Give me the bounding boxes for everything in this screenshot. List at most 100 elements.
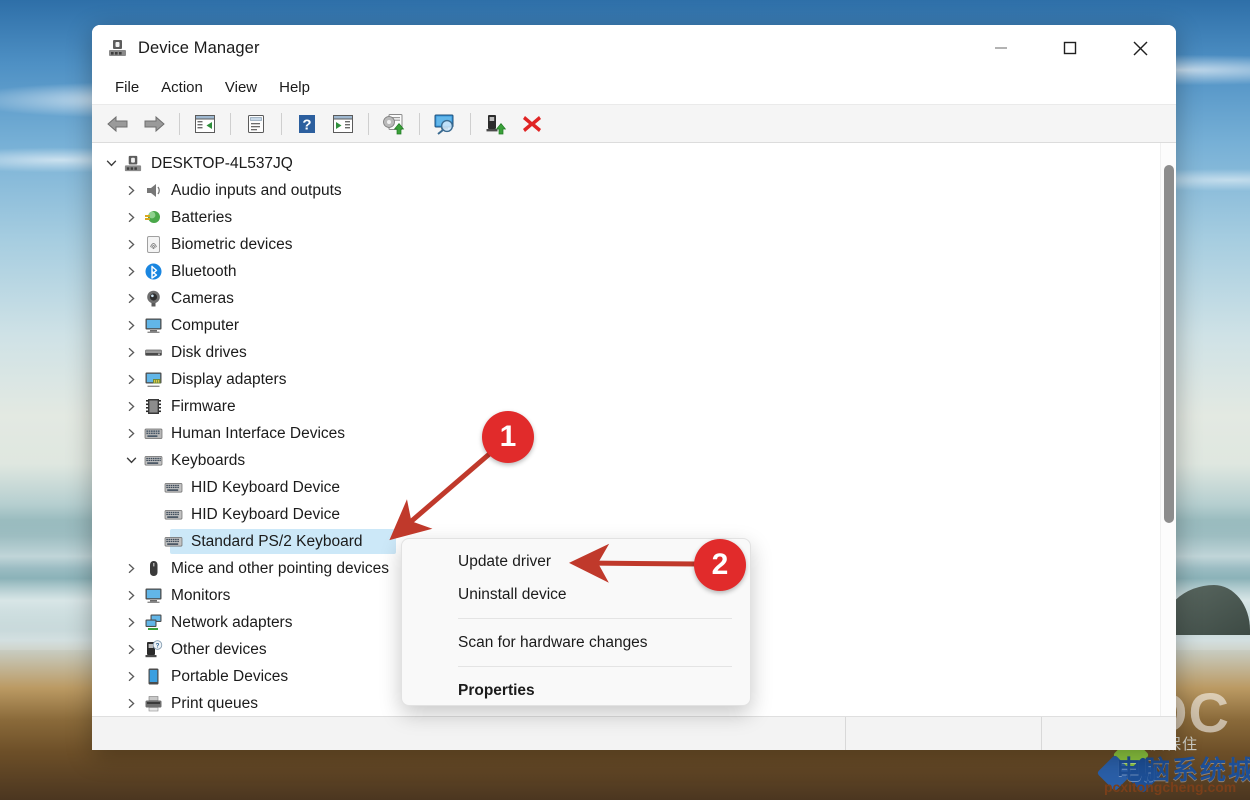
chevron-right-icon[interactable] <box>120 177 142 204</box>
keyboard-icon <box>162 505 184 525</box>
close-icon[interactable] <box>1117 25 1164 71</box>
enable-device-icon[interactable] <box>478 108 514 140</box>
window-controls <box>977 25 1176 71</box>
chevron-right-icon[interactable] <box>120 690 142 716</box>
battery-icon <box>142 208 164 228</box>
tree-item-keyboards[interactable]: Keyboards <box>92 447 1160 474</box>
computer-device-icon <box>122 154 144 174</box>
keyboard-icon <box>162 478 184 498</box>
red-x-icon[interactable] <box>514 108 550 140</box>
menu-file[interactable]: File <box>104 76 150 99</box>
tree-item-hid-keyboard-device[interactable]: HID Keyboard Device <box>92 501 1160 528</box>
toolbar-separator <box>230 112 231 135</box>
speaker-icon <box>142 181 164 201</box>
chevron-right-icon[interactable] <box>120 420 142 447</box>
menu-bar: File Action View Help <box>92 71 1176 105</box>
chevron-down-icon[interactable] <box>100 150 122 177</box>
monitor-icon <box>142 316 164 336</box>
tree-item-label: Batteries <box>171 208 233 226</box>
action-pane-icon[interactable] <box>325 108 361 140</box>
tree-item-label: Bluetooth <box>171 262 237 280</box>
bluetooth-icon <box>142 262 164 282</box>
maximize-icon[interactable] <box>1046 25 1093 71</box>
title-bar: Device Manager <box>92 25 1176 71</box>
tree-item-computer[interactable]: Computer <box>92 312 1160 339</box>
keyboard-icon <box>142 451 164 471</box>
tree-item-label: Network adapters <box>171 613 293 631</box>
tree-item-label: HID Keyboard Device <box>191 478 341 496</box>
chevron-right-icon[interactable] <box>120 366 142 393</box>
tree-item-bluetooth[interactable]: Bluetooth <box>92 258 1160 285</box>
context-menu-separator <box>458 666 732 667</box>
callout-badge-1: 1 <box>482 411 534 463</box>
scan-monitor-icon[interactable] <box>427 108 463 140</box>
context-menu-item-properties[interactable]: Properties <box>402 674 750 707</box>
context-menu-separator <box>458 618 732 619</box>
keyboard-icon <box>162 532 184 552</box>
question-mark-icon[interactable]: ? <box>289 108 325 140</box>
watermark-url: pcxitongcheng.com <box>1104 779 1237 795</box>
tree-root-label: DESKTOP-4L537JQ <box>151 154 293 172</box>
console-tree-icon[interactable] <box>187 108 223 140</box>
printer-icon <box>142 694 164 714</box>
window-title: Device Manager <box>138 38 260 57</box>
chevron-down-icon[interactable] <box>120 447 142 474</box>
chevron-right-icon[interactable] <box>120 609 142 636</box>
tree-item-biometric-devices[interactable]: Biometric devices <box>92 231 1160 258</box>
tree-item-hid-keyboard-device[interactable]: HID Keyboard Device <box>92 474 1160 501</box>
firmware-chip-icon <box>142 397 164 417</box>
menu-action[interactable]: Action <box>150 76 214 99</box>
tree-item-firmware[interactable]: Firmware <box>92 393 1160 420</box>
toolbar-separator <box>470 112 471 135</box>
properties-document-icon[interactable] <box>238 108 274 140</box>
chevron-right-icon[interactable] <box>120 636 142 663</box>
tree-item-label: HID Keyboard Device <box>191 505 341 523</box>
context-menu-item-scan-for-hardware-changes[interactable]: Scan for hardware changes <box>402 626 750 659</box>
arrow-right-icon[interactable] <box>136 108 172 140</box>
menu-help[interactable]: Help <box>268 76 321 99</box>
scrollbar-thumb[interactable] <box>1164 165 1174 523</box>
disk-drive-icon <box>142 343 164 363</box>
chevron-right-icon[interactable] <box>120 663 142 690</box>
tree-item-display-adapters[interactable]: Display adapters <box>92 366 1160 393</box>
status-segment-3 <box>1042 717 1176 751</box>
chevron-right-icon[interactable] <box>120 339 142 366</box>
tree-item-label: Biometric devices <box>171 235 293 253</box>
status-bar <box>92 716 1176 750</box>
tree-item-label: Portable Devices <box>171 667 289 685</box>
tree-item-label: Audio inputs and outputs <box>171 181 342 199</box>
tree-item-label: Firmware <box>171 397 236 415</box>
chevron-right-icon[interactable] <box>120 555 142 582</box>
status-segment-2 <box>846 716 1042 750</box>
hid-keyboard-icon <box>142 424 164 444</box>
context-menu-item-uninstall-device[interactable]: Uninstall device <box>402 578 750 611</box>
arrow-left-icon[interactable] <box>100 108 136 140</box>
tree-item-batteries[interactable]: Batteries <box>92 204 1160 231</box>
svg-text:?: ? <box>155 643 159 650</box>
tree-item-cameras[interactable]: Cameras <box>92 285 1160 312</box>
menu-view[interactable]: View <box>214 76 268 99</box>
toolbar-separator <box>368 112 369 135</box>
desktop-background: DC 质保住 电脑系统城 pcxitongcheng.com Device Ma… <box>0 0 1250 800</box>
status-segment-1 <box>92 716 846 750</box>
monitor-icon <box>142 586 164 606</box>
tree-item-label: Cameras <box>171 289 234 307</box>
chevron-right-icon[interactable] <box>120 285 142 312</box>
tree-item-label: Keyboards <box>171 451 246 469</box>
toolbar-separator <box>281 112 282 135</box>
watermark-brand-name: 电脑系统城 <box>1116 755 1250 785</box>
tree-item-human-interface-devices[interactable]: Human Interface Devices <box>92 420 1160 447</box>
chevron-right-icon[interactable] <box>120 258 142 285</box>
update-driver-icon[interactable] <box>376 108 412 140</box>
tree-root-item[interactable]: DESKTOP-4L537JQ <box>92 150 1160 177</box>
vertical-scrollbar[interactable] <box>1160 143 1176 716</box>
chevron-right-icon[interactable] <box>120 582 142 609</box>
tree-item-disk-drives[interactable]: Disk drives <box>92 339 1160 366</box>
tree-item-audio-inputs-and-outputs[interactable]: Audio inputs and outputs <box>92 177 1160 204</box>
chevron-right-icon[interactable] <box>120 312 142 339</box>
minimize-icon[interactable] <box>977 25 1024 71</box>
chevron-right-icon[interactable] <box>120 204 142 231</box>
network-adapter-icon <box>142 613 164 633</box>
chevron-right-icon[interactable] <box>120 231 142 258</box>
chevron-right-icon[interactable] <box>120 393 142 420</box>
